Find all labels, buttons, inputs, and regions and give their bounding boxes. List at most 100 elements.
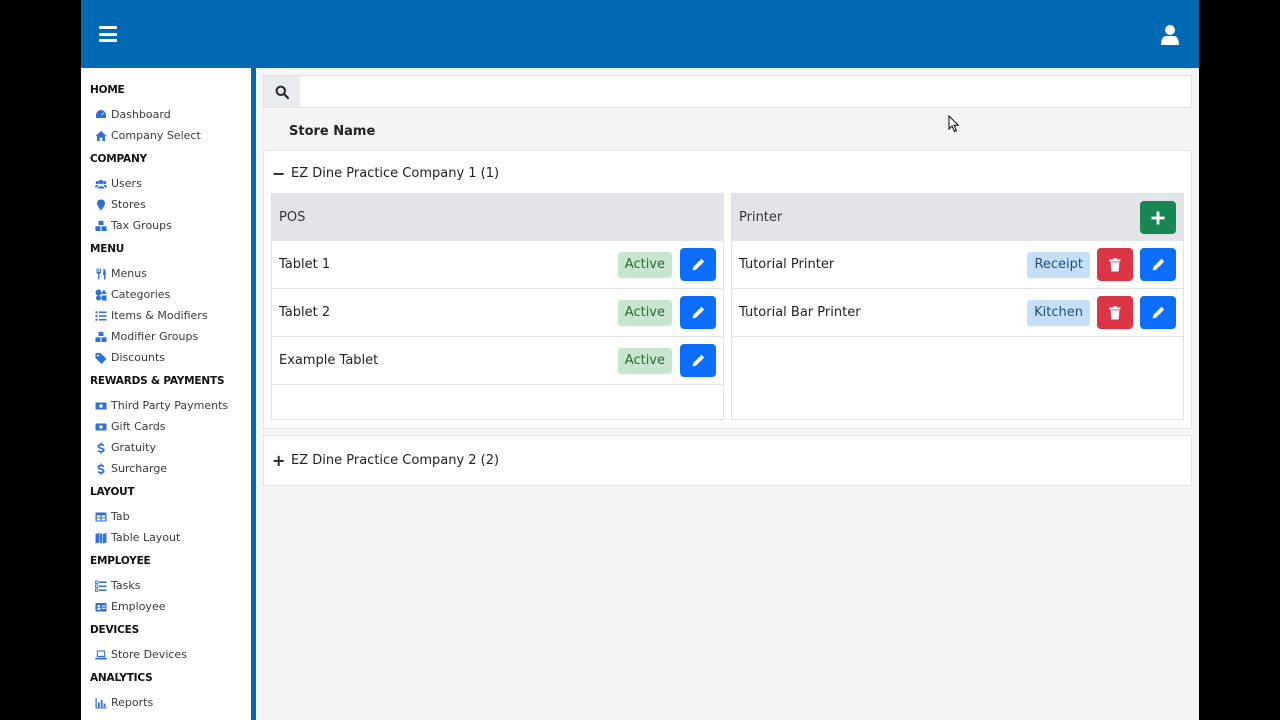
cubes-icon xyxy=(95,220,107,231)
sidebar-item-table-layout[interactable]: Table Layout xyxy=(81,527,251,548)
cubes-icon xyxy=(95,331,107,342)
money-bill-icon xyxy=(95,402,107,409)
sidebar-section-heading: ANALYTICS xyxy=(90,672,153,684)
tasks-icon xyxy=(95,580,107,592)
sidebar-item-label: Menus xyxy=(111,267,147,280)
sidebar-item-store-devices[interactable]: Store Devices xyxy=(81,644,251,665)
search-input[interactable] xyxy=(300,76,1191,107)
company-group: + EZ Dine Practice Company 2 (2) xyxy=(263,435,1192,486)
home-icon xyxy=(95,130,107,141)
printer-panel-title: Printer xyxy=(739,210,783,225)
edit-button[interactable] xyxy=(1140,296,1176,329)
app-window: HOME Dashboard Company Select COMPANY Users S… xyxy=(81,0,1199,720)
sidebar-item-label: Surcharge xyxy=(111,462,168,475)
edit-button[interactable] xyxy=(680,296,716,329)
sidebar-item-categories[interactable]: Categories xyxy=(81,284,251,305)
dashboard-icon xyxy=(96,109,106,118)
edit-button[interactable] xyxy=(680,248,716,281)
hamburger-menu-icon[interactable] xyxy=(99,26,117,42)
device-name: Example Tablet xyxy=(279,353,379,368)
sidebar-item-company-select[interactable]: Company Select xyxy=(81,125,251,146)
trash-icon xyxy=(1109,257,1121,271)
sidebar-item-gratuity[interactable]: Gratuity xyxy=(81,437,251,458)
company-name: EZ Dine Practice Company 2 (2) xyxy=(291,453,500,468)
edit-button[interactable] xyxy=(680,344,716,377)
pos-panel-title: POS xyxy=(279,210,306,225)
sidebar-item-label: Third Party Payments xyxy=(111,399,229,412)
sidebar-item-label: Store Devices xyxy=(111,648,187,661)
printer-type-badge: Kitchen xyxy=(1027,300,1090,326)
company-toggle[interactable]: + EZ Dine Practice Company 2 (2) xyxy=(272,450,500,470)
sidebar-item-label: Table Layout xyxy=(111,531,181,544)
sidebar-item-menus[interactable]: Menus xyxy=(81,263,251,284)
user-icon[interactable] xyxy=(1161,24,1179,46)
shapes-icon xyxy=(95,289,107,300)
printer-panel: Printer Tutorial Printer Receipt Tutoria… xyxy=(731,193,1184,420)
pencil-icon xyxy=(692,354,705,366)
company-name: EZ Dine Practice Company 1 (1) xyxy=(291,166,500,181)
sidebar-section-heading: HOME xyxy=(90,84,125,96)
search-bar xyxy=(263,75,1192,108)
sidebar-item-label: Tab xyxy=(111,510,130,523)
chart-icon xyxy=(95,697,107,708)
delete-button[interactable] xyxy=(1097,296,1133,329)
printer-name: Tutorial Bar Printer xyxy=(739,305,861,320)
top-navbar xyxy=(81,0,1199,68)
status-badge: Active xyxy=(617,348,672,374)
sidebar-item-items-modifiers[interactable]: Items & Modifiers xyxy=(81,305,251,326)
sidebar-item-surcharge[interactable]: Surcharge xyxy=(81,458,251,479)
users-icon xyxy=(95,179,107,188)
pencil-icon xyxy=(1152,258,1165,270)
printer-type-badge: Receipt xyxy=(1027,252,1090,278)
trash-icon xyxy=(1109,305,1121,319)
sidebar-item-label: Stores xyxy=(111,198,146,211)
list-item: Example Tablet Active xyxy=(272,337,723,385)
status-badge: Active xyxy=(617,252,672,278)
dollar-icon xyxy=(97,463,105,475)
sidebar-item-third-party-payments[interactable]: Third Party Payments xyxy=(81,395,251,416)
expand-icon: + xyxy=(272,450,286,470)
sidebar-item-label: Employee xyxy=(111,600,166,613)
status-badge: Active xyxy=(617,300,672,326)
sidebar-item-users[interactable]: Users xyxy=(81,173,251,194)
add-printer-button[interactable] xyxy=(1140,201,1176,234)
sidebar-item-label: Users xyxy=(111,177,142,190)
search-button[interactable] xyxy=(264,76,300,107)
map-icon xyxy=(95,532,107,543)
utensils-icon xyxy=(96,268,106,279)
sidebar-section-heading: DEVICES xyxy=(90,624,139,636)
delete-button[interactable] xyxy=(1097,248,1133,281)
printer-name: Tutorial Printer xyxy=(739,257,835,272)
edit-button[interactable] xyxy=(1140,248,1176,281)
sidebar-item-gift-cards[interactable]: Gift Cards xyxy=(81,416,251,437)
sidebar-item-tasks[interactable]: Tasks xyxy=(81,575,251,596)
sidebar-item-label: Discounts xyxy=(111,351,166,364)
sidebar-item-dashboard[interactable]: Dashboard xyxy=(81,104,251,125)
sidebar-item-label: Modifier Groups xyxy=(111,330,199,343)
plus-icon xyxy=(1151,211,1165,224)
sidebar-item-label: Gift Cards xyxy=(111,420,166,433)
sidebar-item-discounts[interactable]: Discounts xyxy=(81,347,251,368)
sidebar: HOME Dashboard Company Select COMPANY Users S… xyxy=(81,68,251,720)
pos-panel-header: POS xyxy=(272,194,723,241)
column-header-store-name: Store Name xyxy=(289,124,376,139)
sidebar-item-stores[interactable]: Stores xyxy=(81,194,251,215)
collapse-icon: − xyxy=(272,163,286,183)
company-toggle[interactable]: − EZ Dine Practice Company 1 (1) xyxy=(272,163,500,183)
sidebar-item-reports[interactable]: Reports xyxy=(81,692,251,713)
sidebar-section-heading: LAYOUT xyxy=(90,486,135,498)
sidebar-item-label: Tasks xyxy=(111,579,141,592)
list-item: Tablet 1 Active xyxy=(272,241,723,289)
sidebar-item-employee[interactable]: Employee xyxy=(81,596,251,617)
id-card-icon xyxy=(95,602,107,611)
sidebar-item-label: Categories xyxy=(111,288,171,301)
sidebar-item-modifier-groups[interactable]: Modifier Groups xyxy=(81,326,251,347)
sidebar-item-label: Dashboard xyxy=(111,108,171,121)
table-icon xyxy=(95,512,107,521)
sidebar-item-tax-groups[interactable]: Tax Groups xyxy=(81,215,251,236)
sidebar-section-heading: COMPANY xyxy=(90,153,147,165)
sidebar-item-tab[interactable]: Tab xyxy=(81,506,251,527)
sidebar-section-heading: EMPLOYEE xyxy=(90,555,151,567)
sidebar-item-label: Gratuity xyxy=(111,441,156,454)
main-content: Store Name − EZ Dine Practice Company 1 … xyxy=(256,68,1199,720)
